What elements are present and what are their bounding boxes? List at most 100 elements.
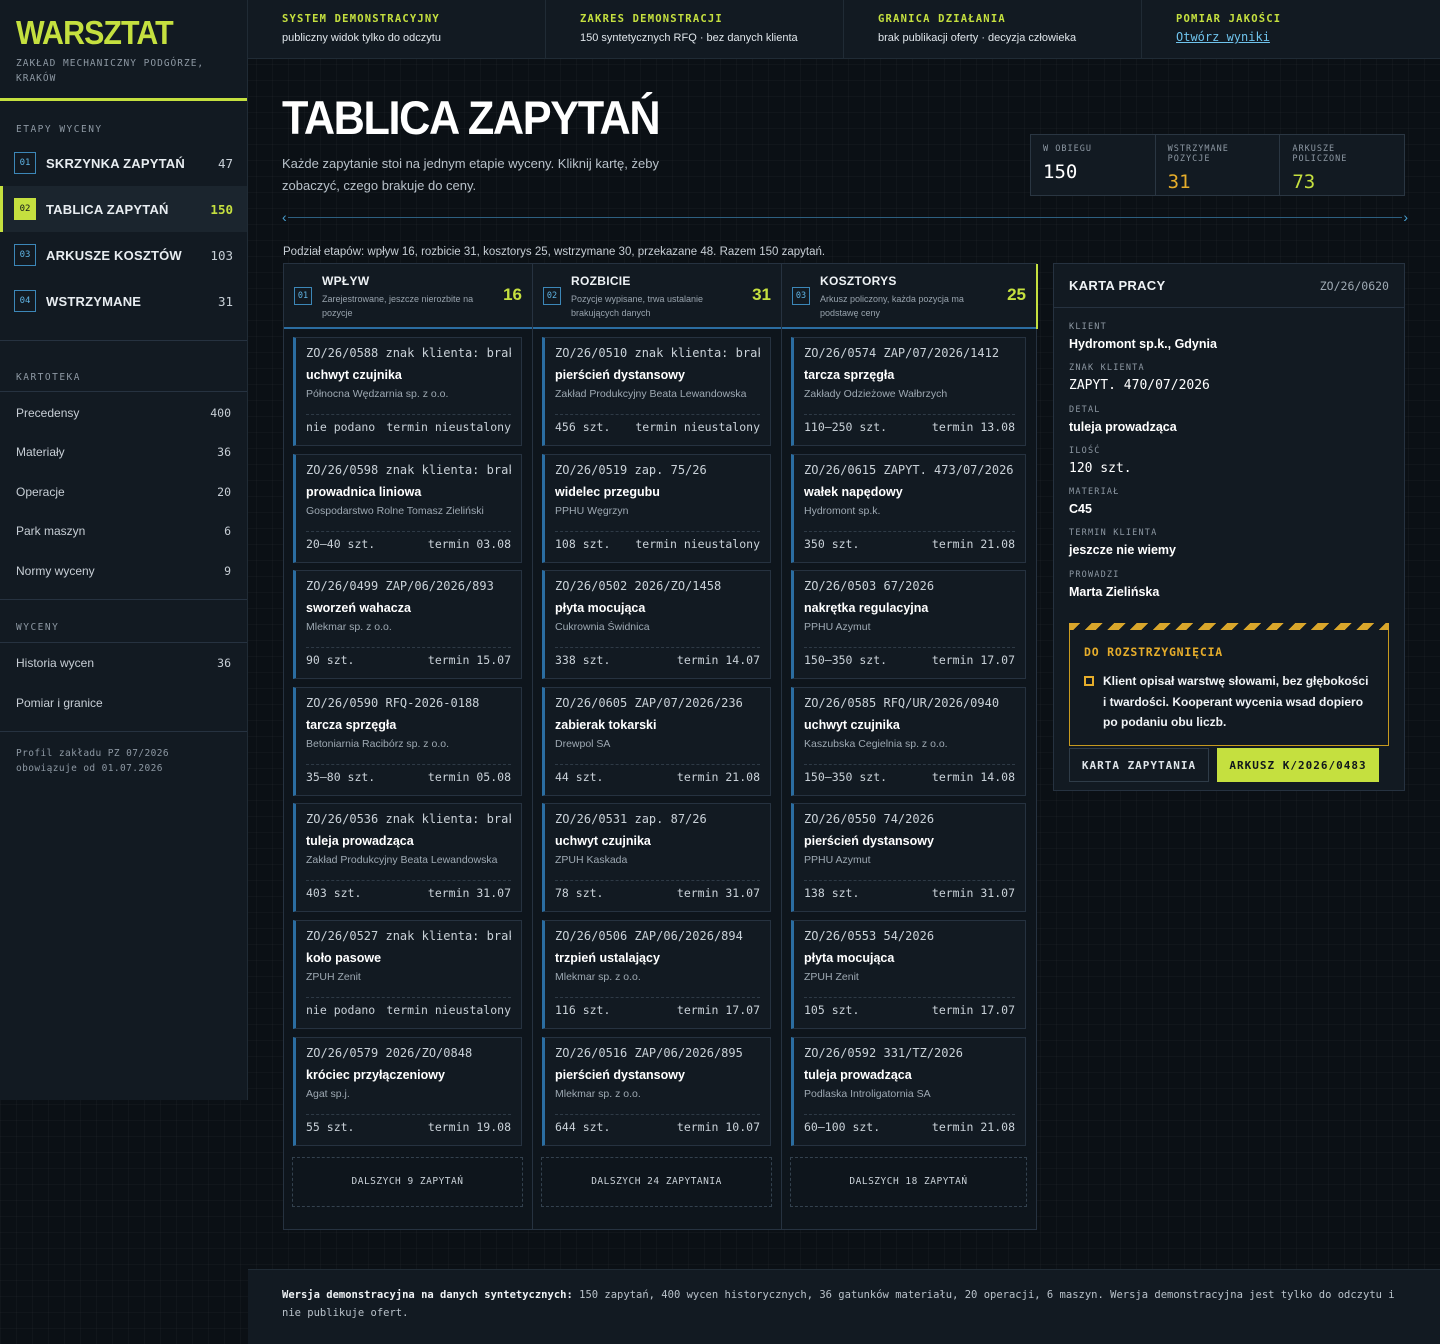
card-due-date: termin nieustalony	[386, 1002, 511, 1017]
card-reference: ZO/26/0579 2026/ZO/0848	[306, 1045, 473, 1060]
column-number: 03	[792, 287, 810, 305]
timeline-line	[288, 217, 1402, 218]
sidebar-item-count: 36	[217, 656, 231, 671]
card-divider	[555, 530, 760, 532]
card-client: Mlekmar sp. z o.o.	[306, 621, 392, 634]
sidebar: WARSZTAT ZAKŁAD MECHANICZNY PODGÓRZE, KR…	[0, 0, 248, 1100]
sidebar-stage-board[interactable]: 02 TABLICA ZAPYTAŃ 150	[0, 186, 247, 232]
rfq-card[interactable]: ZO/26/0531 zap. 87/26 uchwyt czujnika ZP…	[542, 803, 771, 913]
rfq-card[interactable]: ZO/26/0503 67/2026 nakrętka regulacyjna …	[791, 570, 1026, 680]
brand-logo[interactable]: WARSZTAT	[16, 16, 214, 50]
rfq-card[interactable]: ZO/26/0592 331/TZ/2026 tuleja prowadząca…	[791, 1036, 1026, 1146]
rfq-card[interactable]: ZO/26/0499 ZAP/06/2026/893 sworzeń wahac…	[293, 570, 522, 680]
card-part-name: pierścień dystansowy	[804, 834, 934, 849]
job-card-field: TERMIN KLIENTA jeszcze nie wiemy	[1069, 528, 1389, 569]
cost-sheet-button[interactable]: ARKUSZ K/2026/0483	[1217, 748, 1379, 783]
card-reference: ZO/26/0574 ZAP/07/2026/1412	[804, 346, 1000, 360]
info-text: 150 syntetycznych RFQ · bez danych klien…	[580, 32, 798, 44]
card-client: Zakłady Odzieżowe Wałbrzych	[804, 388, 948, 400]
load-more-button[interactable]: DALSZYCH 9 ZAPYTAŃ	[292, 1156, 523, 1207]
sidebar-item-precedents[interactable]: Precedensy 400	[0, 393, 247, 433]
sidebar-item-norms[interactable]: Normy wyceny 9	[0, 551, 247, 591]
card-quantity: 350 szt.	[804, 536, 860, 551]
load-more-button[interactable]: DALSZYCH 18 ZAPYTAŃ	[790, 1156, 1027, 1207]
rfq-card[interactable]: ZO/26/0519 zap. 75/26 widelec przegubu P…	[542, 453, 771, 563]
card-part-name: zabierak tokarski	[555, 717, 657, 732]
checkbox-icon[interactable]	[1084, 676, 1094, 687]
card-divider	[804, 763, 1015, 765]
sidebar-stage-cost-sheets[interactable]: 03 ARKUSZE KOSZTÓW 103	[0, 232, 247, 278]
sidebar-stage-inbox[interactable]: 01 SKRZYNKA ZAPYTAŃ 47	[0, 140, 247, 186]
rfq-card-button[interactable]: KARTA ZAPYTANIA	[1069, 748, 1209, 783]
stage-count: 47	[217, 155, 233, 171]
rfq-card[interactable]: ZO/26/0506 ZAP/06/2026/894 trzpień ustal…	[542, 919, 771, 1029]
sidebar-item-materials[interactable]: Materiały 36	[0, 433, 247, 473]
column-subtitle: Arkusz policzony, każda pozycja ma podst…	[820, 294, 964, 318]
rfq-card[interactable]: ZO/26/0510 znak klienta: brak pierścień …	[542, 337, 771, 446]
card-part-name: płyta mocująca	[555, 601, 646, 616]
card-footer: 55 szt. termin 19.08	[306, 1120, 511, 1134]
field-label: KLIENT	[1069, 322, 1107, 332]
card-part-name: sworzeń wahacza	[306, 601, 411, 616]
stage-label: TABLICA ZAPYTAŃ	[46, 201, 169, 217]
rfq-card[interactable]: ZO/26/0502 2026/ZO/1458 płyta mocująca C…	[542, 570, 771, 680]
card-client: Kaszubska Cegielnia sp. z o.o.	[804, 737, 948, 750]
card-client: Hydromont sp.k.	[804, 504, 881, 517]
rfq-card[interactable]: ZO/26/0588 znak klienta: brak uchwyt czu…	[293, 337, 522, 446]
card-reference: ZO/26/0519 zap. 75/26	[555, 462, 707, 477]
rfq-card[interactable]: ZO/26/0516 ZAP/06/2026/895 pierścień dys…	[542, 1036, 771, 1146]
open-results-link[interactable]: Otwórz wyniki	[1176, 30, 1270, 44]
chevron-right-icon[interactable]: ›	[1403, 209, 1408, 225]
stat-sheets-calculated: ARKUSZE POLICZONE 73	[1280, 135, 1404, 195]
card-client: Drewpol SA	[555, 737, 611, 750]
card-part-name: tarcza sprzęgła	[306, 717, 397, 732]
field-value: ZAPYT. 470/07/2026	[1069, 378, 1210, 394]
warning-body: Klient opisał warstwę słowami, bez głębo…	[1084, 671, 1374, 733]
rfq-card[interactable]: ZO/26/0553 54/2026 płyta mocująca ZPUH Z…	[791, 919, 1026, 1029]
stage-number: 01	[14, 152, 36, 174]
brand-subtitle: ZAKŁAD MECHANICZNY PODGÓRZE, KRAKÓW	[16, 58, 205, 84]
card-footer: 35–80 szt. termin 05.08	[306, 770, 511, 784]
card-reference: ZO/26/0605 ZAP/07/2026/236	[555, 695, 743, 710]
field-value: 120 szt.	[1069, 460, 1132, 476]
sidebar-item-quote-history[interactable]: Historia wycen 36	[0, 644, 247, 684]
card-quantity: 35–80 szt.	[306, 769, 376, 784]
warning-text: Klient opisał warstwę słowami, bez głębo…	[1103, 674, 1369, 730]
rfq-card[interactable]: ZO/26/0536 znak klienta: brak tuleja pro…	[293, 803, 522, 913]
card-divider	[804, 530, 1015, 532]
stage-timeline: ‹ ›	[282, 209, 1408, 226]
sidebar-item-machines[interactable]: Park maszyn 6	[0, 512, 247, 552]
field-label: ILOŚĆ	[1069, 445, 1101, 456]
rfq-card[interactable]: ZO/26/0550 74/2026 pierścień dystansowy …	[791, 803, 1026, 913]
card-part-name: koło pasowe	[306, 950, 382, 965]
card-divider	[555, 1113, 760, 1115]
load-more-button[interactable]: DALSZYCH 24 ZAPYTANIA	[541, 1156, 772, 1207]
rfq-card[interactable]: ZO/26/0615 ZAPYT. 473/07/2026 wałek napę…	[791, 453, 1026, 563]
job-card-fields: KLIENT Hydromont sp.k., Gdynia ZNAK KLIE…	[1054, 308, 1404, 611]
rfq-card[interactable]: ZO/26/0590 RFQ-2026-0188 tarcza sprzęgła…	[293, 686, 522, 796]
card-list: ZO/26/0510 znak klienta: brak pierścień …	[533, 329, 781, 1146]
card-footer: 90 szt. termin 15.07	[306, 653, 511, 667]
plant-profile-valid-from: obowiązuje od 01.07.2026	[16, 762, 163, 774]
card-footer: 78 szt. termin 31.07	[555, 886, 760, 900]
sidebar-item-operations[interactable]: Operacje 20	[0, 472, 247, 512]
chevron-left-icon[interactable]: ‹	[282, 209, 287, 225]
job-card-field: KLIENT Hydromont sp.k., Gdynia	[1069, 322, 1389, 363]
rfq-card[interactable]: ZO/26/0598 znak klienta: brak prowadnica…	[293, 453, 522, 563]
card-footer: 44 szt. termin 21.08	[555, 770, 760, 784]
info-demo-scope: ZAKRES DEMONSTRACJI 150 syntetycznych RF…	[546, 0, 844, 58]
card-part-name: pierścień dystansowy	[555, 368, 685, 382]
sidebar-item-measurement-limits[interactable]: Pomiar i granice	[0, 683, 247, 723]
sidebar-stage-on-hold[interactable]: 04 WSTRZYMANE 31	[0, 278, 247, 324]
card-part-name: nakrętka regulacyjna	[804, 601, 929, 616]
card-reference: ZO/26/0553 54/2026	[804, 928, 935, 943]
rfq-card[interactable]: ZO/26/0585 RFQ/UR/2026/0940 uchwyt czujn…	[791, 686, 1026, 796]
job-card-field: ILOŚĆ 120 szt.	[1069, 446, 1389, 487]
rfq-card[interactable]: ZO/26/0579 2026/ZO/0848 króciec przyłącz…	[293, 1036, 522, 1146]
sidebar-item-count: 20	[217, 484, 231, 499]
rfq-card[interactable]: ZO/26/0574 ZAP/07/2026/1412 tarcza sprzę…	[791, 337, 1026, 446]
card-reference: ZO/26/0516 ZAP/06/2026/895	[555, 1045, 743, 1060]
rfq-card[interactable]: ZO/26/0527 znak klienta: brak koło pasow…	[293, 919, 522, 1029]
rfq-card[interactable]: ZO/26/0605 ZAP/07/2026/236 zabierak toka…	[542, 686, 771, 796]
job-card-header: KARTA PRACY ZO/26/0620	[1054, 264, 1404, 308]
